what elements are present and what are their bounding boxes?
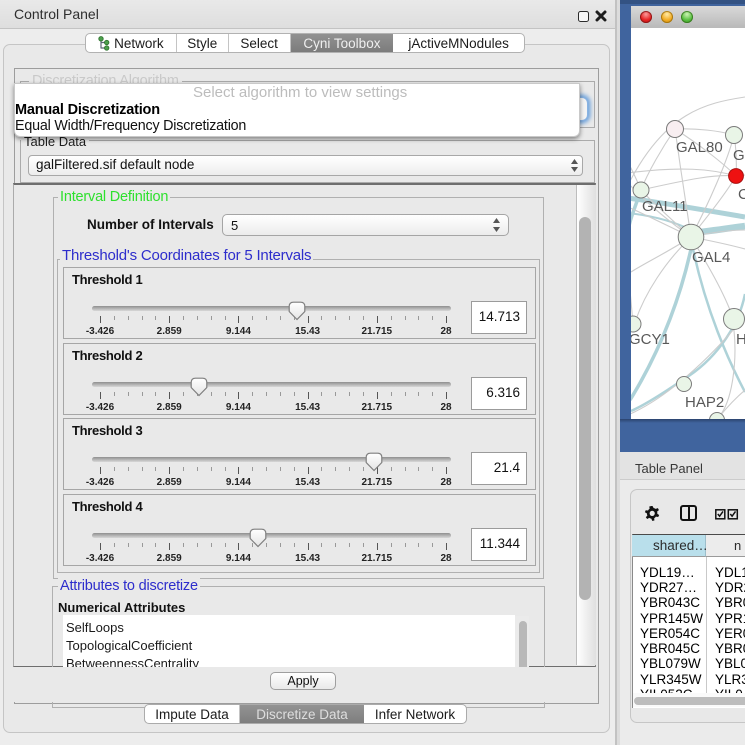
svg-text:G.: G. — [733, 147, 745, 164]
svg-text:HAP2: HAP2 — [685, 394, 724, 411]
svg-text:GCY1: GCY1 — [631, 331, 670, 348]
svg-text:GAL80: GAL80 — [676, 139, 723, 156]
svg-text:C: C — [738, 186, 745, 203]
svg-text:H: H — [736, 331, 745, 348]
svg-text:GAL11: GAL11 — [642, 198, 688, 215]
svg-text:GAL4: GAL4 — [692, 249, 730, 266]
